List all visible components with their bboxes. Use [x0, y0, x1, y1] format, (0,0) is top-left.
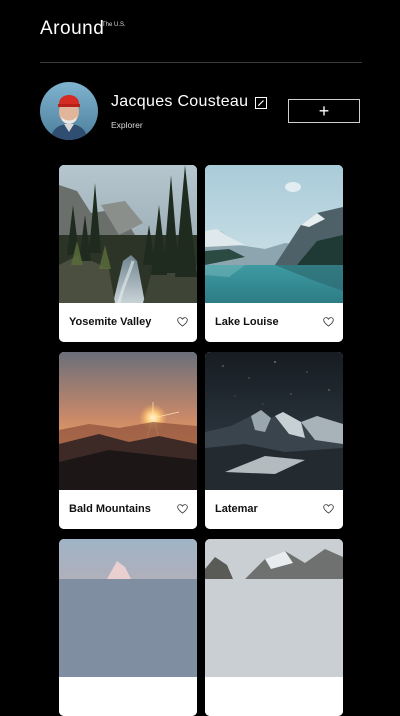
card-caption: Lake Louise — [205, 303, 343, 342]
photo-yosemite-valley — [59, 165, 197, 303]
heart-icon[interactable] — [177, 317, 188, 327]
photo-lake-louise — [205, 165, 343, 303]
photo-card[interactable]: Latemar — [205, 352, 343, 529]
card-title: Yosemite Valley — [69, 316, 152, 328]
photo-latemar — [205, 352, 343, 490]
photo-card[interactable] — [59, 539, 197, 716]
card-title: Lake Louise — [215, 316, 279, 328]
plus-icon: + — [318, 101, 330, 121]
card-caption: Bald Mountains — [59, 490, 197, 529]
photo-bald-mountains — [59, 352, 197, 490]
profile-role: Explorer — [111, 120, 143, 130]
card-caption — [205, 677, 343, 716]
add-button[interactable]: + — [288, 99, 360, 123]
heart-icon[interactable] — [323, 317, 334, 327]
card-title: Bald Mountains — [69, 503, 151, 515]
photo-card-6 — [205, 539, 343, 677]
app-header: Around The U.S. — [40, 18, 126, 48]
app-logo-superscript: The U.S. — [102, 22, 126, 28]
photo-card[interactable]: Yosemite Valley — [59, 165, 197, 342]
header-divider — [40, 62, 362, 63]
photo-card[interactable]: Bald Mountains — [59, 352, 197, 529]
card-caption: Yosemite Valley — [59, 303, 197, 342]
app-logo[interactable]: Around — [40, 18, 104, 39]
profile-name: Jacques Cousteau — [111, 93, 249, 110]
heart-icon[interactable] — [323, 504, 334, 514]
photo-card[interactable] — [205, 539, 343, 716]
card-title: Latemar — [215, 503, 258, 515]
card-caption: Latemar — [205, 490, 343, 529]
card-caption — [59, 677, 197, 716]
photo-card[interactable]: Lake Louise — [205, 165, 343, 342]
photo-card-5 — [59, 539, 197, 677]
avatar[interactable] — [40, 82, 98, 140]
heart-icon[interactable] — [177, 504, 188, 514]
edit-icon[interactable] — [255, 96, 267, 109]
